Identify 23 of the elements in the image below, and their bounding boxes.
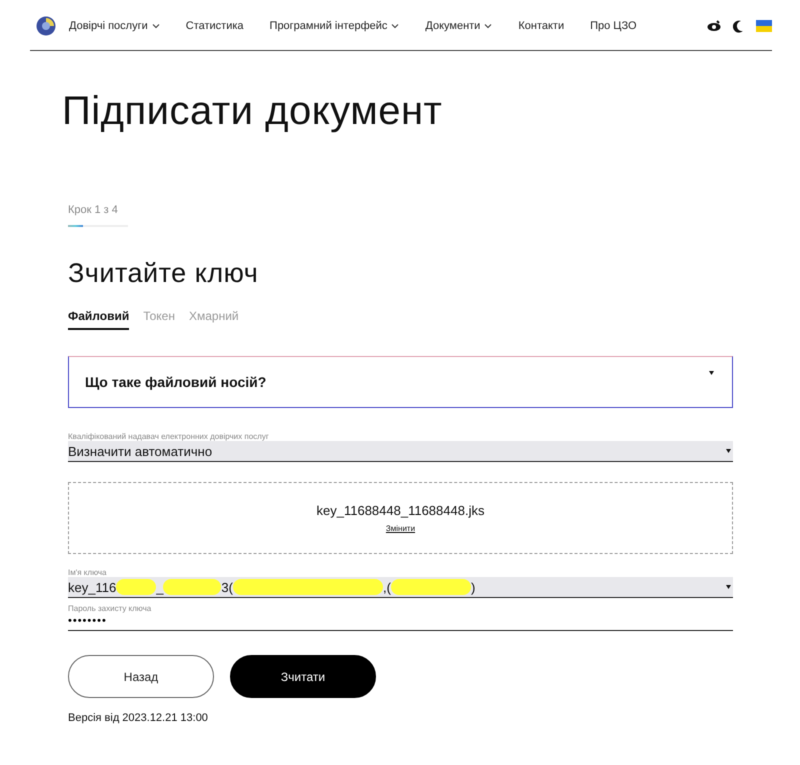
key-select[interactable]: key_116 _ 3( ,( ) bbox=[68, 577, 733, 598]
accordion-title: Що таке файловий носій? bbox=[85, 374, 266, 390]
version-text: Версія від 2023.12.21 13:00 bbox=[68, 712, 209, 724]
read-button[interactable]: Зчитати bbox=[230, 655, 376, 698]
nav-link[interactable]: Контакти bbox=[518, 20, 564, 32]
section-heading: Зчитайте ключ bbox=[68, 258, 260, 289]
accordion[interactable]: Що таке файловий носій? bbox=[68, 356, 733, 408]
back-button[interactable]: Назад bbox=[68, 655, 214, 698]
field-label: Кваліфікований надавач електронних довірчих послуг bbox=[68, 432, 270, 441]
tab[interactable]: Файловий bbox=[68, 309, 130, 330]
step-label: Крок 1 з 4 bbox=[68, 204, 118, 216]
field-label: Ім'я ключа bbox=[68, 568, 108, 577]
field-label: Пароль захисту ключа bbox=[68, 604, 152, 613]
nav-link[interactable]: Документи bbox=[425, 20, 492, 32]
change-link[interactable]: Змінити bbox=[386, 524, 416, 533]
file-dropzone[interactable]: key_11688448_11688448.jks Змінити bbox=[68, 482, 733, 554]
nav-link[interactable]: Про ЦЗО bbox=[590, 20, 637, 32]
page-title: Підписати документ bbox=[62, 89, 444, 134]
nav-link[interactable]: Статистика bbox=[186, 20, 244, 32]
provider-select[interactable]: Визначити автоматично bbox=[68, 441, 733, 462]
nav-link[interactable]: Довірчі послуги bbox=[69, 20, 160, 32]
file-name: key_11688448_11688448.jks bbox=[316, 503, 484, 518]
nav-link[interactable]: Програмний інтерфейс bbox=[270, 20, 400, 32]
